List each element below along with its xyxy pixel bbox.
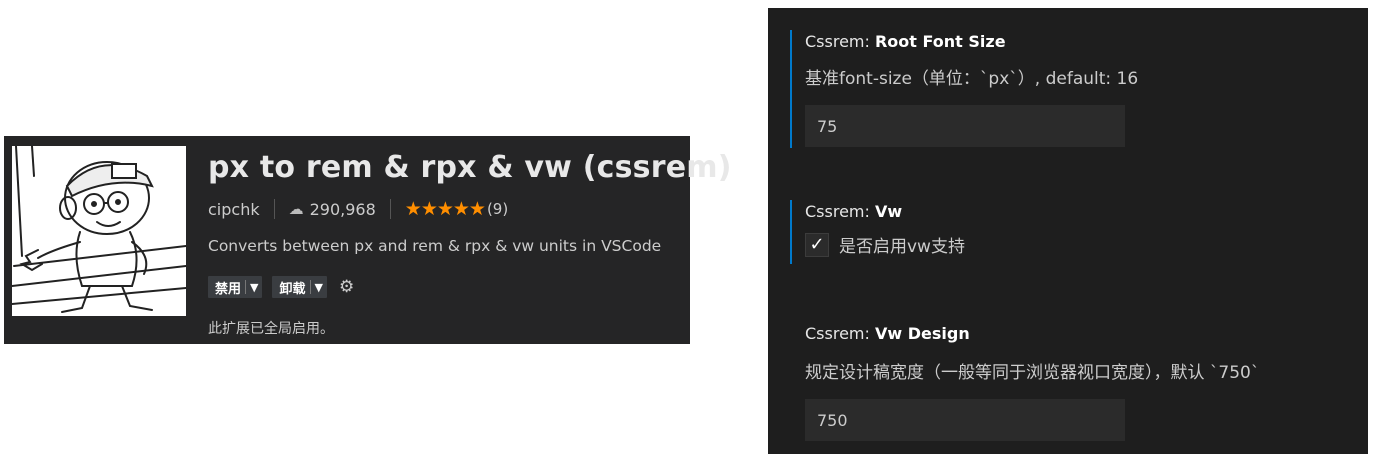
button-divider	[309, 280, 311, 294]
setting-name: Vw Design	[874, 324, 970, 343]
setting-category: Cssrem:	[805, 202, 875, 221]
publisher-link[interactable]: cipchk	[208, 200, 260, 219]
setting-title: Cssrem: Root Font Size	[805, 32, 1006, 51]
extension-meta: cipchk ☁ 290,968 ★★★★★ (9)	[208, 198, 508, 220]
chevron-down-icon[interactable]: ▼	[315, 281, 323, 294]
setting-title: Cssrem: Vw	[805, 202, 902, 221]
extension-logo	[12, 146, 186, 316]
settings-panel: Cssrem: Root Font Size 基准font-size（单位：`p…	[768, 8, 1368, 454]
vw-design-input[interactable]	[805, 399, 1125, 441]
checkmark-icon: ✓	[809, 233, 825, 255]
extension-status: 此扩展已全局启用。	[208, 321, 334, 337]
setting-name: Vw	[874, 202, 903, 221]
disable-button[interactable]: 禁用 ▼	[208, 276, 263, 298]
setting-category: Cssrem:	[805, 324, 875, 343]
extension-card: px to rem & rpx & vw (cssrem) cipchk ☁ 2…	[4, 136, 731, 344]
uninstall-button-label: 卸载	[279, 281, 306, 297]
extension-description: Converts between px and rem & rpx & vw u…	[208, 237, 662, 255]
disable-button-label: 禁用	[215, 281, 242, 297]
setting-name: Root Font Size	[874, 32, 1006, 51]
extension-actions: 禁用 ▼ 卸载 ▼ ⚙	[208, 276, 354, 298]
button-divider	[245, 280, 247, 294]
setting-description: 基准font-size（单位：`px`）, default: 16	[805, 69, 1139, 89]
rating-count: (9)	[486, 200, 509, 218]
setting-title: Cssrem: Vw Design	[805, 324, 970, 343]
setting-vw-design: Cssrem: Vw Design 规定设计稿宽度（一般等同于浏览器视口宽度），…	[768, 308, 1368, 454]
setting-root-font-size: Cssrem: Root Font Size 基准font-size（单位：`p…	[768, 8, 1368, 158]
meta-divider	[273, 199, 275, 219]
focus-indicator	[790, 200, 792, 264]
rating-stars[interactable]: ★★★★★	[405, 198, 486, 220]
install-count: 290,968	[309, 199, 376, 219]
extension-title: px to rem & rpx & vw (cssrem)	[208, 150, 732, 185]
vw-checkbox-row[interactable]: ✓ 是否启用vw支持	[805, 232, 965, 257]
setting-description: 规定设计稿宽度（一般等同于浏览器视口宽度），默认 `750`	[805, 363, 1260, 383]
root-font-size-input[interactable]	[805, 105, 1125, 147]
vw-checkbox[interactable]: ✓	[805, 232, 829, 257]
checkbox-label: 是否启用vw支持	[839, 237, 965, 257]
setting-vw: Cssrem: Vw ✓ 是否启用vw支持	[768, 188, 1368, 278]
cloud-download-icon: ☁	[288, 200, 304, 218]
meta-divider	[389, 199, 391, 219]
uninstall-button[interactable]: 卸载 ▼	[272, 276, 327, 298]
focus-indicator	[790, 30, 792, 148]
setting-category: Cssrem:	[805, 32, 875, 51]
cartoon-character-image	[12, 146, 186, 316]
chevron-down-icon[interactable]: ▼	[250, 281, 258, 294]
gear-icon[interactable]: ⚙	[339, 277, 354, 297]
